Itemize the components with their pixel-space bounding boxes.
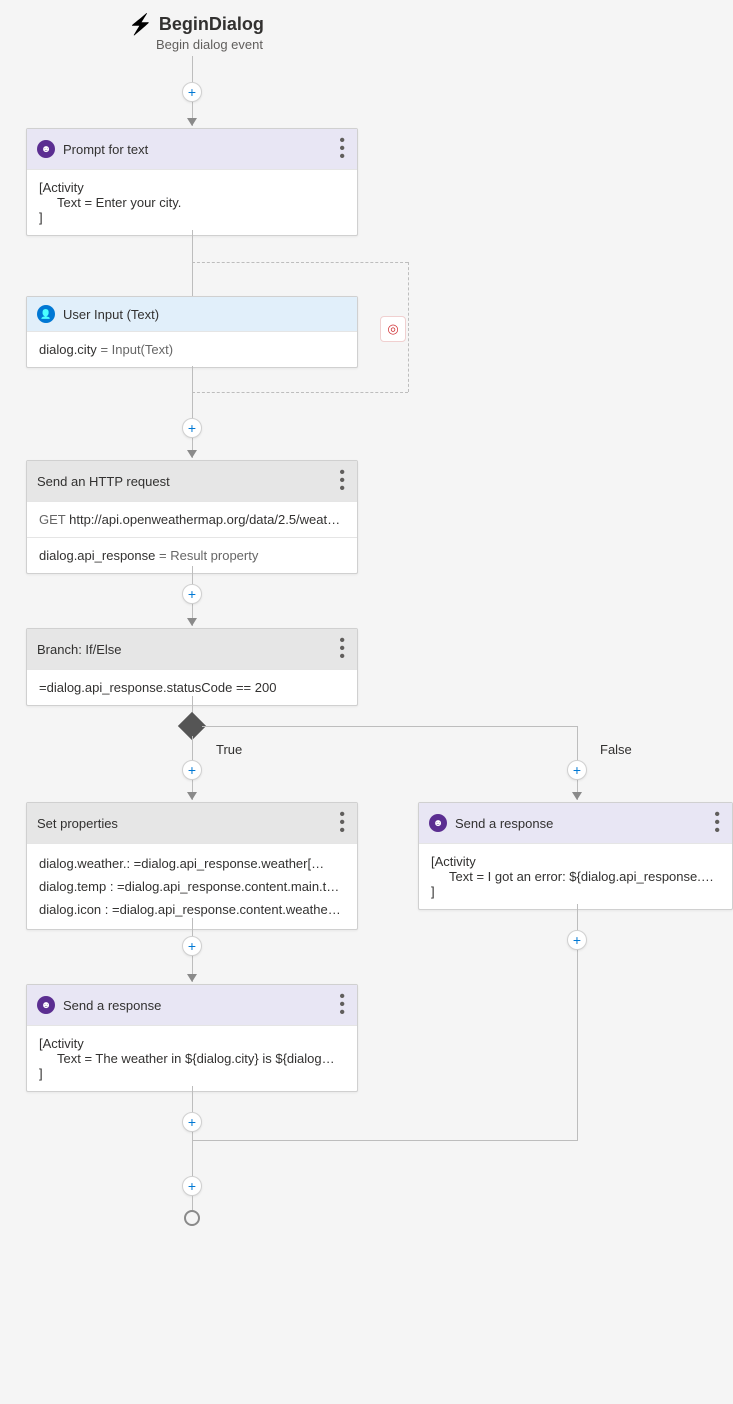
result-rhs: = Result property: [159, 548, 258, 563]
add-action-button[interactable]: +: [182, 1176, 202, 1196]
node-title: Set properties: [37, 816, 118, 831]
connector-line: [192, 366, 193, 458]
node-title: Send an HTTP request: [37, 474, 170, 489]
node-menu-button[interactable]: •••: [712, 811, 722, 835]
assignment-lhs: dialog.city: [39, 342, 97, 357]
property-line: dialog.temp : =dialog.api_response.conte…: [39, 879, 345, 894]
add-action-button[interactable]: +: [182, 584, 202, 604]
arrow-down-icon: [187, 118, 197, 126]
node-prompt-for-text[interactable]: Prompt for text ••• [Activity Text = Ent…: [26, 128, 358, 236]
add-action-button[interactable]: +: [182, 418, 202, 438]
node-http-request[interactable]: Send an HTTP request ••• GET http://api.…: [26, 460, 358, 574]
node-title: Send a response: [63, 998, 161, 1013]
arrow-down-icon: [187, 792, 197, 800]
node-user-input[interactable]: User Input (Text) dialog.city = Input(Te…: [26, 296, 358, 368]
bot-icon: [37, 996, 55, 1014]
node-set-properties[interactable]: Set properties ••• dialog.weather.: =dia…: [26, 802, 358, 930]
add-action-button[interactable]: +: [182, 1112, 202, 1132]
http-url: http://api.openweathermap.org/data/2.5/w…: [69, 512, 347, 527]
connector-line: [192, 1196, 193, 1210]
node-title: Branch: If/Else: [37, 642, 122, 657]
add-action-button[interactable]: +: [182, 936, 202, 956]
activity-open: [Activity: [39, 1036, 345, 1051]
result-lhs: dialog.api_response: [39, 548, 155, 563]
node-send-response-true[interactable]: Send a response ••• [Activity Text = The…: [26, 984, 358, 1092]
connector-line: [192, 230, 193, 296]
lightning-icon: [128, 12, 153, 37]
activity-open: [Activity: [431, 854, 720, 869]
property-line: dialog.icon : =dialog.api_response.conte…: [39, 902, 345, 917]
validation-error-badge[interactable]: ◎: [380, 316, 406, 342]
node-title: User Input (Text): [63, 307, 159, 322]
activity-text: Text = The weather in ${dialog.city} is …: [39, 1051, 345, 1066]
node-title: Prompt for text: [63, 142, 148, 157]
node-branch-if-else[interactable]: Branch: If/Else ••• =dialog.api_response…: [26, 628, 358, 706]
trigger-subtitle: Begin dialog event: [156, 37, 264, 52]
branch-true-label: True: [216, 742, 242, 757]
bot-icon: [429, 814, 447, 832]
bot-icon: [37, 140, 55, 158]
arrow-down-icon: [572, 792, 582, 800]
activity-text: Text = I got an error: ${dialog.api_resp…: [431, 869, 720, 884]
connector-line: [202, 726, 578, 727]
activity-close: ]: [39, 1066, 345, 1081]
activity-text: Text = Enter your city.: [39, 195, 345, 210]
loop-line: [192, 392, 408, 393]
loop-line: [408, 262, 409, 392]
trigger-header: BeginDialog Begin dialog event: [128, 12, 264, 52]
activity-close: ]: [431, 884, 720, 899]
node-menu-button[interactable]: •••: [337, 811, 347, 835]
node-menu-button[interactable]: •••: [337, 637, 347, 661]
node-menu-button[interactable]: •••: [337, 469, 347, 493]
node-title: Send a response: [455, 816, 553, 831]
end-of-flow-icon: [184, 1210, 200, 1226]
node-send-response-false[interactable]: Send a response ••• [Activity Text = I g…: [418, 802, 733, 910]
user-icon: [37, 305, 55, 323]
http-method: GET: [39, 512, 66, 527]
add-action-button[interactable]: +: [567, 930, 587, 950]
add-action-button[interactable]: +: [567, 760, 587, 780]
node-menu-button[interactable]: •••: [337, 137, 347, 161]
trigger-title: BeginDialog: [159, 14, 264, 35]
loop-line: [192, 262, 408, 263]
add-action-button[interactable]: +: [182, 82, 202, 102]
property-line: dialog.weather.: =dialog.api_response.we…: [39, 856, 345, 871]
node-menu-button[interactable]: •••: [337, 993, 347, 1017]
arrow-down-icon: [187, 618, 197, 626]
connector-line: [192, 1140, 578, 1141]
add-action-button[interactable]: +: [182, 760, 202, 780]
branch-false-label: False: [600, 742, 632, 757]
arrow-down-icon: [187, 974, 197, 982]
arrow-down-icon: [187, 450, 197, 458]
assignment-rhs: = Input(Text): [100, 342, 173, 357]
activity-close: ]: [39, 210, 345, 225]
activity-open: [Activity: [39, 180, 345, 195]
